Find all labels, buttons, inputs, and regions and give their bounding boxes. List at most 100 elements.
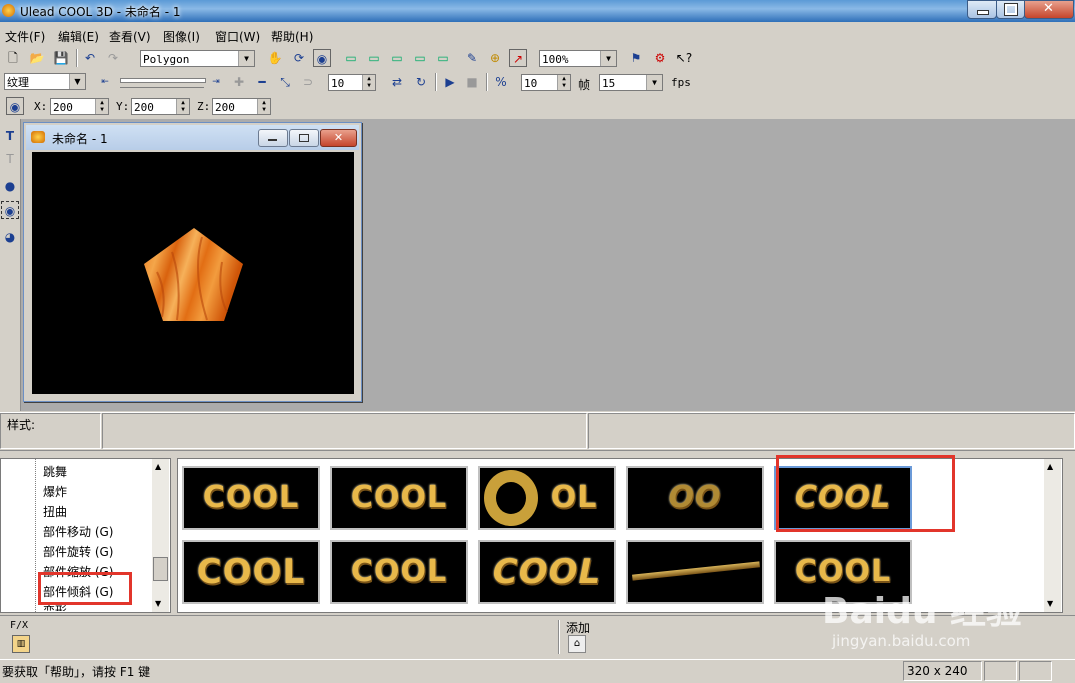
effect-thumbnail[interactable]: OL <box>478 466 616 530</box>
stop-icon[interactable]: ■ <box>463 73 481 91</box>
document-title-bar: 未命名 - 1 ✕ <box>26 125 359 150</box>
effect-thumbnail[interactable] <box>626 540 764 604</box>
loop-icon[interactable]: ⇄ <box>388 73 406 91</box>
first-keyframe-icon[interactable]: ⇤ <box>96 73 114 91</box>
tree-line <box>35 459 37 612</box>
thumbnail-text: COOL <box>350 480 448 515</box>
spin-arrows-icon[interactable]: ▲ ▼ <box>362 75 375 90</box>
z-value: 200 <box>215 101 235 114</box>
new-file-icon[interactable]: 🗋 <box>4 49 22 67</box>
preview-icon[interactable]: ↗ <box>509 49 527 67</box>
timeline-slider[interactable] <box>120 75 206 89</box>
status-cell <box>1019 661 1052 681</box>
open-folder-icon[interactable]: 📂 <box>28 49 46 67</box>
tree-scrollbar[interactable]: ▲ ▼ <box>152 459 169 612</box>
separator <box>558 620 560 654</box>
insert-geometry-icon[interactable]: ◕ <box>1 228 19 246</box>
add-keyframe-icon[interactable]: ✚ <box>230 73 248 91</box>
tree-item[interactable]: 部件旋转 (G) <box>43 543 113 560</box>
zoom-select[interactable]: 100% ▼ <box>539 50 617 67</box>
plugin-icon[interactable]: ⚙ <box>651 49 669 67</box>
speed-field[interactable]: 10 ▲ ▼ <box>521 74 571 91</box>
scroll-down-icon[interactable]: ▼ <box>155 599 161 608</box>
frames-select[interactable]: 15 ▼ <box>599 74 663 91</box>
last-keyframe-icon[interactable]: ⇥ <box>207 73 225 91</box>
tree-item[interactable]: 扭曲 <box>43 503 67 520</box>
thumbnail-text: OO <box>668 480 722 515</box>
swap-keyframe-icon[interactable]: ⤡ <box>276 73 294 91</box>
keyframe-value-field[interactable]: 10 ▲ ▼ <box>328 74 376 91</box>
reverse-icon[interactable]: ⊃ <box>299 73 317 91</box>
menu-file[interactable]: 文件(F) <box>5 28 45 45</box>
tree-item[interactable]: 爆炸 <box>43 483 67 500</box>
y-value: 200 <box>134 101 154 114</box>
context-help-icon[interactable]: ↖? <box>675 49 693 67</box>
effect-thumbnail[interactable]: COOL <box>182 540 320 604</box>
preview-svg <box>144 228 243 321</box>
view-front-icon[interactable]: ▭ <box>342 49 360 67</box>
preview-canvas[interactable] <box>32 152 354 394</box>
view-bottom-icon[interactable]: ▭ <box>434 49 452 67</box>
play-icon[interactable]: ▶ <box>441 73 459 91</box>
menu-image[interactable]: 图像(I) <box>163 28 200 45</box>
menu-window[interactable]: 窗口(W) <box>215 28 260 45</box>
scroll-thumb[interactable] <box>153 557 168 581</box>
x-field[interactable]: 200 ▲ ▼ <box>50 98 109 115</box>
position-tool-icon[interactable]: ◉ <box>6 97 24 115</box>
tree-item[interactable]: 部件移动 (G) <box>43 523 113 540</box>
repeat-icon[interactable]: ↻ <box>412 73 430 91</box>
effect-thumbnail[interactable]: COOL <box>330 466 468 530</box>
effect-thumbnail[interactable]: COOL <box>478 540 616 604</box>
fx-toggle-icon[interactable]: ▥ <box>12 635 30 653</box>
redo-icon[interactable]: ↷ <box>104 49 122 67</box>
status-help-text: 要获取「帮助」，请按 F1 键 <box>2 665 151 679</box>
lighting-icon[interactable]: ✎ <box>463 49 481 67</box>
effect-thumbnail[interactable]: COOL <box>182 466 320 530</box>
scroll-up-icon[interactable]: ▲ <box>155 462 161 471</box>
z-field[interactable]: 200 ▲ ▼ <box>212 98 271 115</box>
status-bar: 要获取「帮助」，请按 F1 键 320 x 240 <box>0 659 1075 683</box>
doc-restore-button[interactable] <box>289 129 319 147</box>
doc-minimize-button[interactable] <box>258 129 288 147</box>
minimize-button[interactable] <box>967 0 997 19</box>
effect-thumbnail[interactable]: COOL <box>330 540 468 604</box>
object-type-select[interactable]: Polygon ▼ <box>140 50 255 67</box>
view-top-icon[interactable]: ▭ <box>365 49 383 67</box>
spin-arrows-icon[interactable]: ▲ ▼ <box>257 99 270 114</box>
scroll-up-icon[interactable]: ▲ <box>1047 462 1053 471</box>
menu-help[interactable]: 帮助(H) <box>271 28 313 45</box>
menu-edit[interactable]: 编辑(E) <box>58 28 99 45</box>
remove-keyframe-icon[interactable]: ━ <box>253 73 271 91</box>
spin-arrows-icon[interactable]: ▲ ▼ <box>557 75 570 90</box>
menu-view[interactable]: 查看(V) <box>109 28 151 45</box>
edit-text-icon[interactable]: T <box>1 150 19 168</box>
attribute-select[interactable]: 纹理 ▼ <box>4 73 86 90</box>
save-icon[interactable]: 💾 <box>52 49 70 67</box>
spin-arrows-icon[interactable]: ▲ ▼ <box>95 99 108 114</box>
insert-text-icon[interactable]: T <box>1 127 19 145</box>
undo-icon[interactable]: ↶ <box>81 49 99 67</box>
hand-tool-icon[interactable]: ✋ <box>266 49 284 67</box>
gallery-scrollbar[interactable]: ▲ ▼ <box>1044 459 1061 612</box>
view-side-icon[interactable]: ▭ <box>388 49 406 67</box>
spin-arrows-icon[interactable]: ▲ ▼ <box>176 99 189 114</box>
rotate-tool-icon[interactable]: ⟳ <box>290 49 308 67</box>
globe-icon[interactable]: ⊕ <box>486 49 504 67</box>
effect-thumbnail[interactable]: OO <box>626 466 764 530</box>
maximize-button[interactable] <box>996 0 1025 19</box>
insert-shape-icon[interactable]: ● <box>1 177 19 195</box>
add-icon[interactable]: ⌂ <box>568 635 586 653</box>
y-field[interactable]: 200 ▲ ▼ <box>131 98 190 115</box>
export-icon[interactable]: ⚑ <box>627 49 645 67</box>
doc-close-button[interactable]: ✕ <box>320 129 357 147</box>
position-toolbar: ◉ X: 200 ▲ ▼ Y: 200 ▲ ▼ Z: 200 ▲ ▼ <box>0 95 1075 118</box>
select-object-icon[interactable]: ◉ <box>1 201 19 219</box>
select-tool-icon[interactable]: ◉ <box>313 49 331 67</box>
percent-icon[interactable]: % <box>492 73 510 91</box>
close-button[interactable]: ✕ <box>1024 0 1074 19</box>
attribute-toolbar: 纹理 ▼ ⇤ ⇥ ✚ ━ ⤡ ⊃ 10 ▲ ▼ ⇄ ↻ ▶ ■ % 10 ▲ ▼ 帧… <box>0 71 1075 94</box>
status-cell <box>984 661 1017 681</box>
view-back-icon[interactable]: ▭ <box>411 49 429 67</box>
scroll-down-icon[interactable]: ▼ <box>1047 599 1053 608</box>
tree-item[interactable]: 跳舞 <box>43 463 67 480</box>
